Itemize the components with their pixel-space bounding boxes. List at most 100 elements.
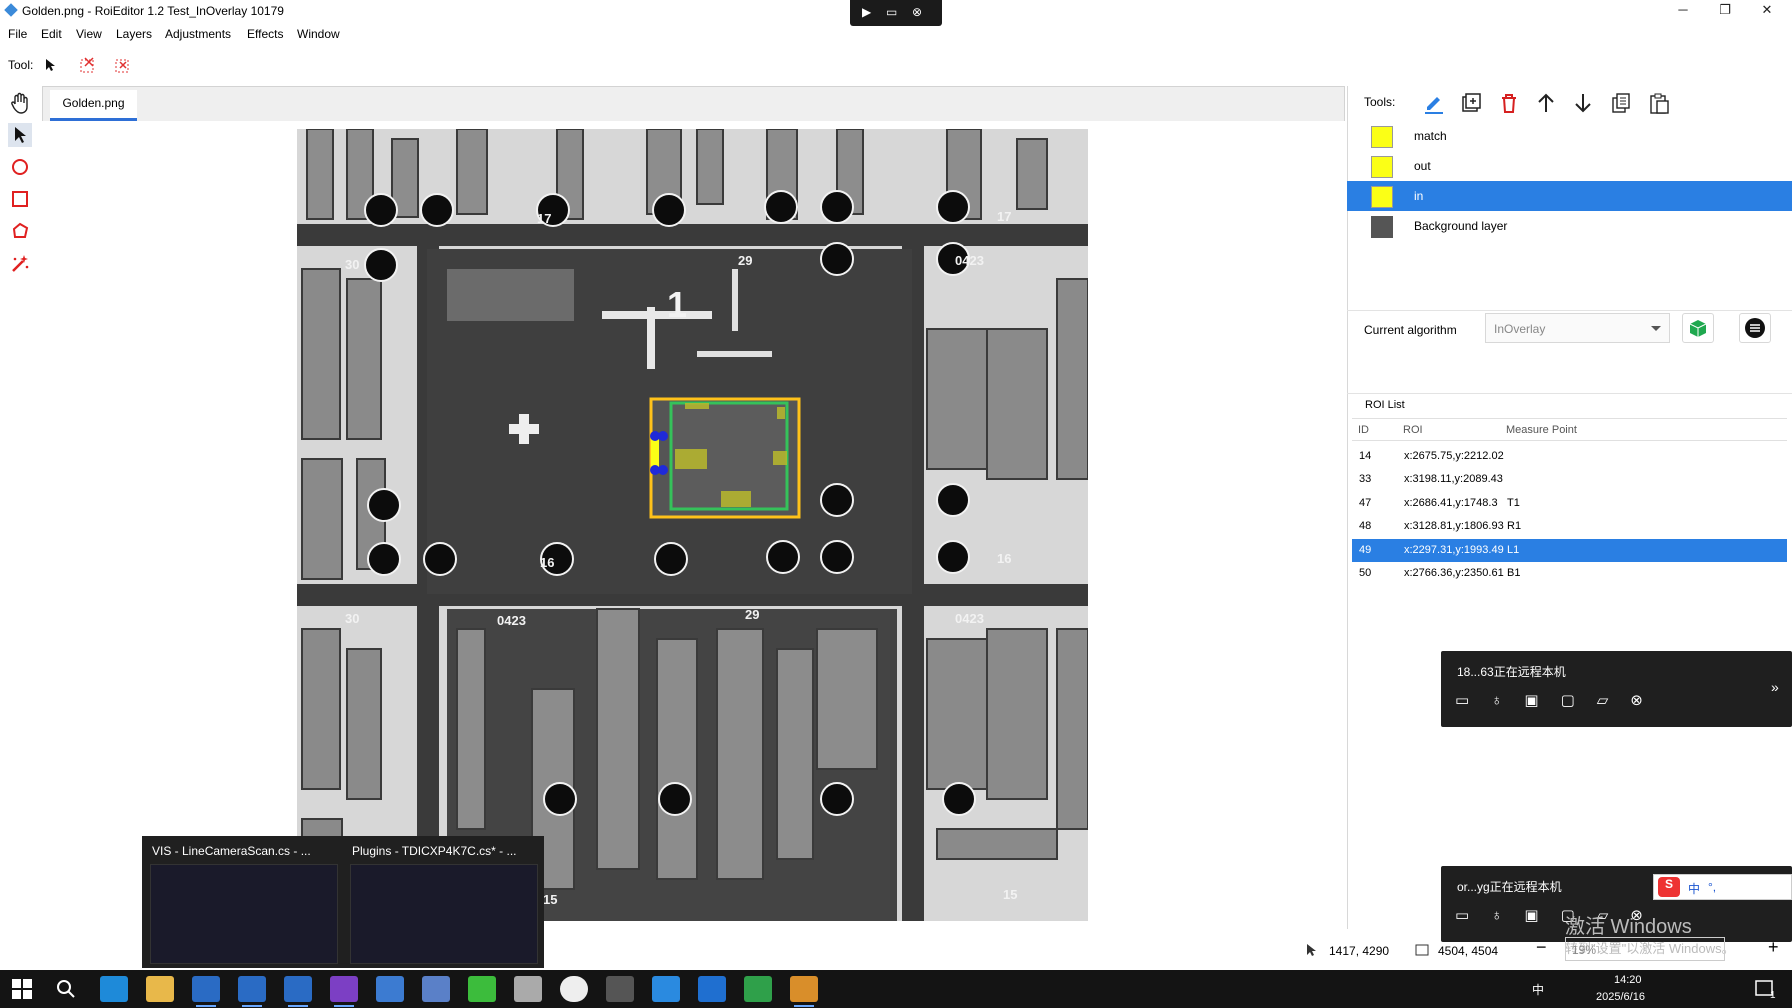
edge-icon[interactable] [100,976,128,1002]
table-row[interactable]: 47 x:2686.41,y:1748.3 T1 [1352,492,1787,515]
zoom-in-button[interactable]: + [1768,937,1779,958]
pointer-icon[interactable] [44,58,58,72]
thumbnail-title[interactable]: Plugins - TDICXP4K7C.cs* - ... [352,844,517,858]
algorithm-section: Current algorithm InOverlay [1347,310,1792,394]
table-row[interactable]: 50 x:2766.36,y:2350.61 B1 [1352,562,1787,585]
canvas-label: 16 [997,551,1011,566]
menu-view[interactable]: View [76,27,102,41]
close-button[interactable]: ✕ [1746,0,1788,22]
search-icon[interactable] [56,979,76,999]
visual-studio-icon[interactable] [330,976,358,1002]
paste-icon[interactable] [1648,92,1670,114]
menu-file[interactable]: File [8,27,27,41]
magic-wand-tool[interactable] [8,251,32,275]
layer-swatch [1371,156,1393,178]
move-up-icon[interactable] [1535,92,1557,114]
play-icon[interactable]: ▶ [862,5,871,19]
rectangle-icon [12,191,28,207]
settings-button[interactable] [1739,313,1771,343]
layer-background[interactable]: Background layer [1347,211,1792,241]
app-icon [4,3,18,17]
table-row[interactable]: 14 x:2675.75,y:2212.02 [1352,445,1787,468]
menu-effects[interactable]: Effects [247,27,283,41]
remote-actions[interactable]: ▭♁▣▢▱⊗ [1455,691,1675,713]
notification-count: 1 [1770,990,1776,1001]
menu-layers[interactable]: Layers [116,27,152,41]
zoom-select[interactable]: 19% [1565,937,1725,961]
taskbar [0,970,1792,1008]
vis-app-icon[interactable] [284,976,312,1002]
layer-out[interactable]: out [1347,151,1792,181]
ime-bar[interactable]: S 中 °, [1653,874,1792,900]
ime-punct: °, [1708,880,1717,894]
canvas-label: 15 [543,892,557,907]
thumbnail-title[interactable]: VIS - LineCameraScan.cs - ... [152,844,311,858]
network-tool-icon[interactable] [376,976,404,1002]
thumbnail-preview[interactable] [150,864,338,964]
roi-list-header: ID ROI Measure Point [1352,418,1787,441]
ellipse-tool[interactable] [8,155,32,179]
msg-app-icon[interactable] [560,976,588,1002]
file-explorer-icon[interactable] [146,976,174,1002]
pcb-image: 17 17 30 0423 29 16 16 30 0423 29 0423 1… [297,129,1088,921]
table-row[interactable]: 48 x:3128.81,y:1806.93 R1 [1352,515,1787,538]
tray-lang[interactable]: 中 [1532,981,1544,998]
phone-app-icon[interactable] [514,976,542,1002]
layer-match[interactable]: match [1347,121,1792,151]
table-row-selected[interactable]: 49 x:2297.31,y:1993.49 L1 [1352,539,1787,562]
run-button[interactable] [1682,313,1714,343]
notepad-app-icon[interactable] [744,976,772,1002]
layer-name: out [1414,159,1431,173]
layer-name: match [1414,129,1447,143]
vis-app-icon[interactable] [238,976,266,1002]
algorithm-select[interactable]: InOverlay [1485,313,1670,343]
network-app-icon[interactable] [698,976,726,1002]
selection-size-icon [1415,944,1429,956]
edit-icon[interactable] [1423,92,1445,114]
windows-start-icon[interactable] [12,979,32,999]
canvas-label: 17 [997,209,1011,224]
tool-app-icon[interactable] [468,976,496,1002]
minimize-button[interactable]: ─ [1662,0,1704,22]
maximize-button[interactable]: ❐ [1704,0,1746,22]
clock-date[interactable]: 2025/6/16 [1596,991,1645,1003]
move-down-icon[interactable] [1572,92,1594,114]
roieditor-app-icon[interactable] [790,976,818,1002]
zoom-out-button[interactable]: − [1536,937,1547,958]
remote-app-icon[interactable] [422,976,450,1002]
table-row[interactable]: 33 x:3198.11,y:2089.43 [1352,468,1787,491]
zoom-value: 19% [1572,943,1597,957]
remote-desktop-bar: ▶ ▭ ⊗ [850,0,942,26]
layer-in[interactable]: in [1347,181,1792,211]
column-id: ID [1358,424,1369,436]
vis-app-icon[interactable] [192,976,220,1002]
menu-edit[interactable]: Edit [41,27,62,41]
clear-roi-icon[interactable] [114,56,132,74]
rectangle-tool[interactable] [8,187,32,211]
canvas-label: 16 [540,555,554,570]
monitor-app-icon[interactable] [652,976,680,1002]
layer-name: Background layer [1414,219,1508,233]
menu-adjustments[interactable]: Adjustments [165,27,231,41]
add-layer-icon[interactable] [1460,92,1482,114]
delete-icon[interactable] [1498,92,1520,114]
image-canvas[interactable]: 17 17 30 0423 29 16 16 30 0423 29 0423 1… [297,129,1088,921]
layer-swatch [1371,126,1393,148]
polygon-tool[interactable] [8,219,32,243]
expand-icon[interactable]: » [1771,679,1779,695]
select-tool[interactable] [8,123,32,147]
left-toolbox [0,86,40,286]
close-icon[interactable]: ⊗ [912,5,922,19]
tab-golden-png[interactable]: Golden.png [50,90,137,121]
algorithm-value: InOverlay [1494,322,1546,336]
thumbnail-preview[interactable] [350,864,538,964]
status-bar: 1417, 4290 4504, 4504 − 19% + [1300,935,1792,965]
remove-roi-icon[interactable] [79,56,97,74]
menu-window[interactable]: Window [297,27,340,41]
copy-icon[interactable] [1610,92,1632,114]
roi-list-title: ROI List [1365,399,1405,411]
settings-gear-icon[interactable] [606,976,634,1002]
clock-time[interactable]: 14:20 [1614,974,1642,986]
screen-icon[interactable]: ▭ [886,5,897,19]
hand-tool[interactable] [8,91,32,115]
